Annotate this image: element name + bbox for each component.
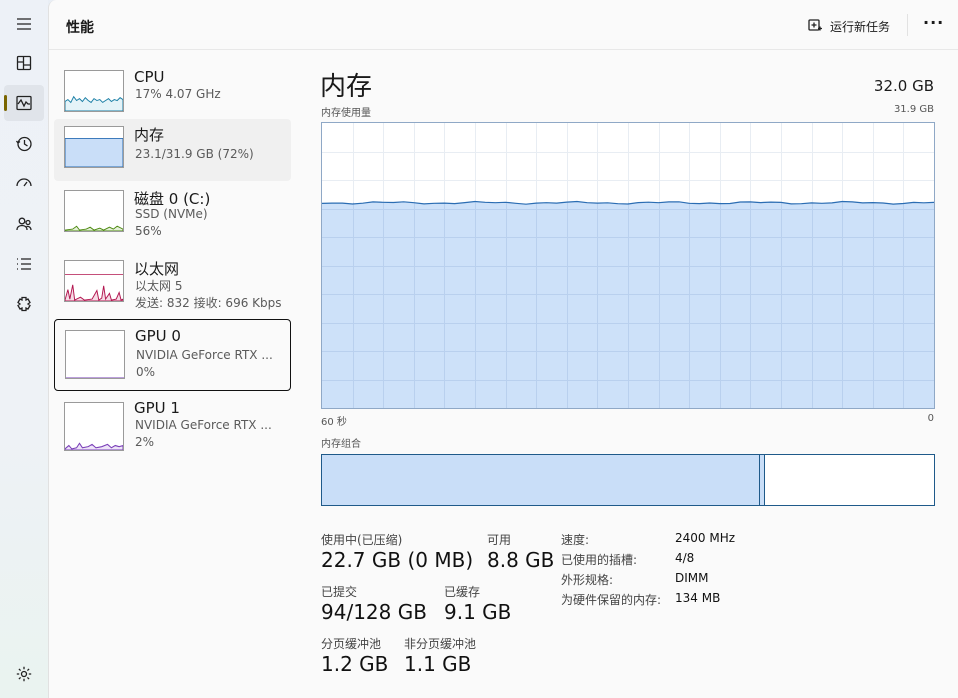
nonpaged-pool-label: 非分页缓冲池: [404, 637, 477, 651]
device-name: 以太网: [134, 260, 180, 278]
device-gpu-0[interactable]: GPU 0 NVIDIA GeForce RTX ... 0%: [54, 319, 291, 391]
available-value: 8.8 GB: [487, 548, 555, 572]
processes-icon[interactable]: [4, 45, 44, 81]
details-icon[interactable]: [4, 246, 44, 282]
cached-label: 已缓存: [444, 585, 481, 599]
form-factor-value: DIMM: [675, 571, 709, 585]
memory-composition-bar: [321, 454, 935, 506]
detail-title: 内存: [320, 72, 373, 102]
main-panel: 性能 运行新任务 ··· CPU 17% 4.07 GHz 内存 23.1/31…: [48, 0, 958, 698]
device-gpu-1[interactable]: GPU 1 NVIDIA GeForce RTX ... 2%: [54, 394, 291, 456]
more-options-icon[interactable]: ···: [923, 13, 944, 32]
device-disk-0[interactable]: 磁盘 0 (C:) SSD (NVMe) 56%: [54, 183, 291, 245]
device-detail-2: 发送: 832 接收: 696 Kbps: [135, 296, 282, 310]
committed-label: 已提交: [321, 585, 358, 599]
cpu-thumbnail-graph: [64, 70, 124, 112]
run-new-task-button[interactable]: 运行新任务: [807, 15, 890, 37]
device-detail-2: 2%: [135, 435, 155, 449]
startup-apps-icon[interactable]: [4, 166, 44, 202]
in-use-value: 22.7 GB (0 MB): [321, 548, 474, 572]
device-memory[interactable]: 内存 23.1/31.9 GB (72%): [54, 119, 291, 181]
services-icon[interactable]: [4, 286, 44, 322]
device-name: GPU 1: [134, 399, 180, 417]
device-detail: NVIDIA GeForce RTX ...: [136, 348, 273, 362]
available-label: 可用: [487, 533, 512, 547]
app-history-icon[interactable]: [4, 126, 44, 162]
gpu0-thumbnail-graph: [65, 330, 125, 379]
composition-in-use: [322, 455, 760, 505]
device-name: GPU 0: [135, 327, 181, 345]
graph-x-left: 60 秒: [321, 417, 347, 428]
speed-value: 2400 MHz: [675, 531, 736, 545]
device-ethernet[interactable]: 以太网 以太网 5 发送: 832 接收: 696 Kbps: [54, 253, 291, 315]
gpu1-thumbnail-graph: [64, 402, 124, 451]
device-cpu[interactable]: CPU 17% 4.07 GHz: [54, 63, 291, 125]
usage-graph-max: 31.9 GB: [893, 104, 934, 115]
committed-value: 94/128 GB: [321, 600, 427, 624]
performance-icon[interactable]: [4, 85, 44, 121]
form-factor-label: 外形规格:: [561, 573, 614, 587]
settings-icon[interactable]: [4, 656, 44, 692]
paged-pool-label: 分页缓冲池: [321, 637, 382, 651]
device-name: CPU: [134, 68, 165, 86]
users-icon[interactable]: [4, 206, 44, 242]
menu-icon[interactable]: [4, 6, 44, 42]
device-detail: 17% 4.07 GHz: [135, 87, 221, 101]
device-name: 磁盘 0 (C:): [134, 190, 211, 208]
slots-used-label: 已使用的插槽:: [561, 553, 638, 567]
device-detail-2: 0%: [136, 365, 156, 379]
memory-usage-graph: [321, 122, 935, 409]
device-name: 内存: [134, 126, 165, 144]
usage-graph-label: 内存使用量: [321, 108, 371, 119]
page-title: 性能: [66, 20, 94, 36]
composition-modified: [760, 455, 765, 505]
ethernet-thumbnail-graph: [64, 260, 124, 302]
slots-used-value: 4/8: [675, 551, 695, 565]
device-detail: SSD (NVMe): [135, 207, 208, 221]
composition-label: 内存组合: [321, 439, 361, 450]
run-new-task-label: 运行新任务: [830, 19, 891, 34]
new-task-icon: [808, 19, 822, 31]
paged-pool-value: 1.2 GB: [321, 652, 389, 676]
hardware-reserved-value: 134 MB: [675, 591, 721, 605]
in-use-label: 使用中(已压缩): [321, 533, 403, 547]
speed-label: 速度:: [561, 533, 590, 547]
graph-x-right: 0: [927, 413, 934, 424]
header-divider: [907, 14, 908, 36]
cached-value: 9.1 GB: [444, 600, 512, 624]
disk-thumbnail-graph: [64, 190, 124, 232]
navigation-rail: [0, 0, 48, 698]
device-detail: 23.1/31.9 GB (72%): [135, 147, 254, 161]
device-detail-2: 56%: [135, 224, 162, 238]
hardware-reserved-label: 为硬件保留的内存:: [561, 593, 662, 607]
nonpaged-pool-value: 1.1 GB: [404, 652, 472, 676]
device-detail: 以太网 5: [135, 279, 183, 293]
detail-total: 32.0 GB: [873, 77, 934, 95]
device-detail: NVIDIA GeForce RTX ...: [135, 418, 272, 432]
header-bar: 性能 运行新任务 ···: [49, 0, 958, 50]
memory-thumbnail-graph: [64, 126, 124, 168]
